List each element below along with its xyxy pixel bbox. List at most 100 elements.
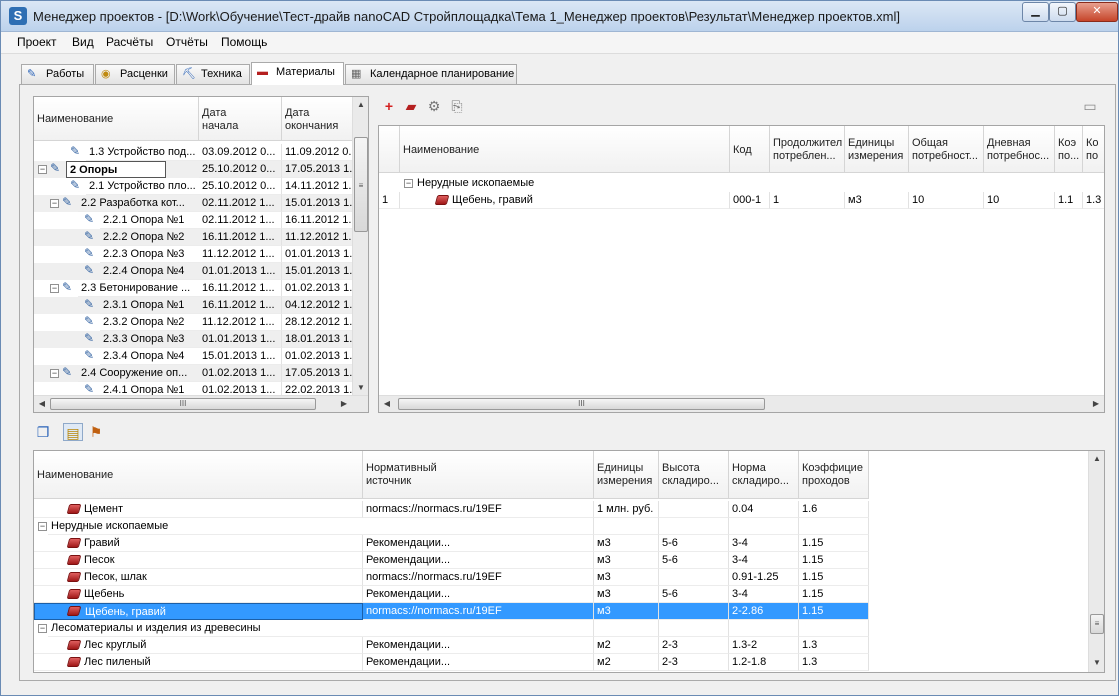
paste-icon[interactable]: ⎘ [447, 97, 467, 115]
expand-toggle[interactable]: − [50, 369, 59, 378]
settings-icon[interactable]: ⚙ [424, 97, 444, 115]
catalog-passage-coef[interactable]: 1.6 [799, 501, 869, 518]
catalog-passage-coef[interactable]: 1.15 [799, 552, 869, 569]
task-start-date[interactable]: 15.01.2013 1... [199, 348, 282, 365]
task-start-date[interactable]: 02.11.2012 1... [199, 195, 282, 212]
column-header-coef-1[interactable]: Коэ по... [1055, 126, 1083, 173]
task-name[interactable]: 2.2.3 Опора №3 [100, 246, 199, 263]
catalog-storage-norm[interactable]: 3-4 [729, 552, 799, 569]
catalog-storage-norm[interactable]: 0.04 [729, 501, 799, 518]
material-unit[interactable]: м3 [845, 192, 909, 209]
menu-view[interactable]: Вид [72, 35, 94, 49]
tab-machinery[interactable]: ⛏ Техника [176, 64, 250, 84]
task-end-date[interactable]: 01.02.2013 1... [282, 280, 353, 297]
catalog-stack-height[interactable] [659, 603, 729, 620]
catalog-source[interactable]: normacs://normacs.ru/19EF [363, 603, 594, 620]
catalog-name[interactable]: Песок [34, 552, 363, 569]
scroll-left-arrow[interactable]: ◀ [379, 396, 395, 412]
tab-works[interactable]: ✎ Работы [21, 64, 94, 84]
task-end-date[interactable]: 01.01.2013 1... [282, 246, 353, 263]
task-end-date[interactable]: 11.09.2012 0... [282, 144, 353, 161]
task-name[interactable]: 2.3.1 Опора №1 [100, 297, 199, 314]
task-end-date[interactable]: 16.11.2012 1... [282, 212, 353, 229]
task-name[interactable]: 2 Опоры [66, 161, 166, 178]
column-header-code[interactable]: Код [730, 126, 770, 173]
column-header-stack-height[interactable]: Высота складиро... [659, 451, 729, 499]
catalog-name[interactable]: Песок, шлак [34, 569, 363, 586]
column-header-name[interactable]: Наименование [34, 97, 199, 141]
catalog-unit[interactable]: м3 [594, 603, 659, 620]
task-name[interactable]: 2.3 Бетонирование ... [78, 280, 199, 297]
tree-view-icon[interactable]: ▤ [63, 423, 83, 441]
task-end-date[interactable]: 11.12.2012 1... [282, 229, 353, 246]
catalog-name[interactable]: Лес круглый [34, 637, 363, 654]
catalog-source[interactable]: Рекомендации... [363, 586, 594, 603]
column-header-coef-2[interactable]: Ко по [1083, 126, 1104, 173]
assigned-horizontal-scrollbar[interactable]: ◀ III ▶ [379, 395, 1104, 412]
task-name[interactable]: 2.2.2 Опора №2 [100, 229, 199, 246]
material-duration[interactable]: 1 [770, 192, 845, 209]
task-start-date[interactable]: 16.11.2012 1... [199, 229, 282, 246]
catalog-stack-height[interactable]: 2-3 [659, 654, 729, 671]
task-end-date[interactable]: 18.01.2013 1... [282, 331, 353, 348]
expand-toggle[interactable]: − [50, 284, 59, 293]
catalog-unit[interactable]: м2 [594, 637, 659, 654]
task-name[interactable]: 2.3.2 Опора №2 [100, 314, 199, 331]
menu-reports[interactable]: Отчёты [166, 35, 208, 49]
task-start-date[interactable]: 25.10.2012 0... [199, 161, 282, 178]
task-name[interactable]: 1.3 Устройство под... [86, 144, 199, 161]
column-header-unit[interactable]: Единицы измерения [594, 451, 659, 499]
task-name[interactable]: 2.3.4 Опора №4 [100, 348, 199, 365]
group-collapse-toggle[interactable]: − [404, 179, 413, 188]
catalog-vertical-scrollbar[interactable]: ▲ ≡ ▼ [1088, 451, 1104, 672]
task-start-date[interactable]: 25.10.2012 0... [199, 178, 282, 195]
scroll-up-arrow[interactable]: ▲ [353, 97, 368, 113]
task-start-date[interactable]: 16.11.2012 1... [199, 280, 282, 297]
catalog-unit[interactable]: м2 [594, 654, 659, 671]
catalog-storage-norm[interactable]: 1.3-2 [729, 637, 799, 654]
scroll-down-arrow[interactable]: ▼ [353, 380, 368, 396]
catalog-unit[interactable]: м3 [594, 535, 659, 552]
catalog-name[interactable]: Щебень, гравий [34, 603, 363, 620]
task-end-date[interactable]: 04.12.2012 1... [282, 297, 353, 314]
catalog-storage-norm[interactable]: 2-2.86 [729, 603, 799, 620]
scroll-thumb[interactable]: III [398, 398, 765, 410]
catalog-stack-height[interactable]: 2-3 [659, 637, 729, 654]
scroll-right-arrow[interactable]: ▶ [336, 396, 352, 412]
add-brick-icon[interactable]: ▰ [401, 97, 421, 115]
task-name[interactable]: 2.2.4 Опора №4 [100, 263, 199, 280]
catalog-passage-coef[interactable]: 1.3 [799, 637, 869, 654]
catalog-unit[interactable]: м3 [594, 552, 659, 569]
catalog-storage-norm[interactable]: 3-4 [729, 586, 799, 603]
catalog-source[interactable]: Рекомендации... [363, 552, 594, 569]
catalog-stack-height[interactable] [659, 569, 729, 586]
column-header-end-date[interactable]: Дата окончания [282, 97, 353, 141]
task-name[interactable]: 2.4 Сооружение оп... [78, 365, 199, 382]
task-end-date[interactable]: 01.02.2013 1... [282, 348, 353, 365]
expand-toggle[interactable]: − [38, 165, 47, 174]
column-header-passage-coef[interactable]: Коэффицие проходов [799, 451, 869, 499]
task-name[interactable]: 2.1 Устройство пло... [86, 178, 199, 195]
scroll-thumb[interactable]: III [50, 398, 316, 410]
tab-calendar-planning[interactable]: ▦ Календарное планирование [345, 64, 517, 84]
catalog-source[interactable]: normacs://normacs.ru/19EF [363, 501, 594, 518]
task-start-date[interactable]: 11.12.2012 1... [199, 246, 282, 263]
tab-rates[interactable]: ◉ Расценки [95, 64, 175, 84]
column-header-name[interactable]: Наименование [400, 126, 730, 173]
scroll-up-arrow[interactable]: ▲ [1089, 451, 1104, 467]
column-header-unit[interactable]: Единицы измерения [845, 126, 909, 173]
column-header-daily-need[interactable]: Дневная потребнос... [984, 126, 1055, 173]
scroll-right-arrow[interactable]: ▶ [1088, 396, 1104, 412]
catalog-stack-height[interactable] [659, 501, 729, 518]
catalog-stack-height[interactable]: 5-6 [659, 535, 729, 552]
column-header-storage-norm[interactable]: Норма складиро... [729, 451, 799, 499]
catalog-passage-coef[interactable]: 1.3 [799, 654, 869, 671]
task-start-date[interactable]: 02.11.2012 1... [199, 212, 282, 229]
remove-material-icon[interactable]: ▭ [1080, 97, 1100, 115]
catalog-name[interactable]: Цемент [34, 501, 363, 518]
material-coef-2[interactable]: 1.3 [1083, 192, 1104, 209]
task-start-date[interactable]: 03.09.2012 0... [199, 144, 282, 161]
group-collapse-toggle[interactable]: − [38, 624, 47, 633]
task-start-date[interactable]: 01.01.2013 1... [199, 263, 282, 280]
menu-project[interactable]: Проект [17, 35, 57, 49]
